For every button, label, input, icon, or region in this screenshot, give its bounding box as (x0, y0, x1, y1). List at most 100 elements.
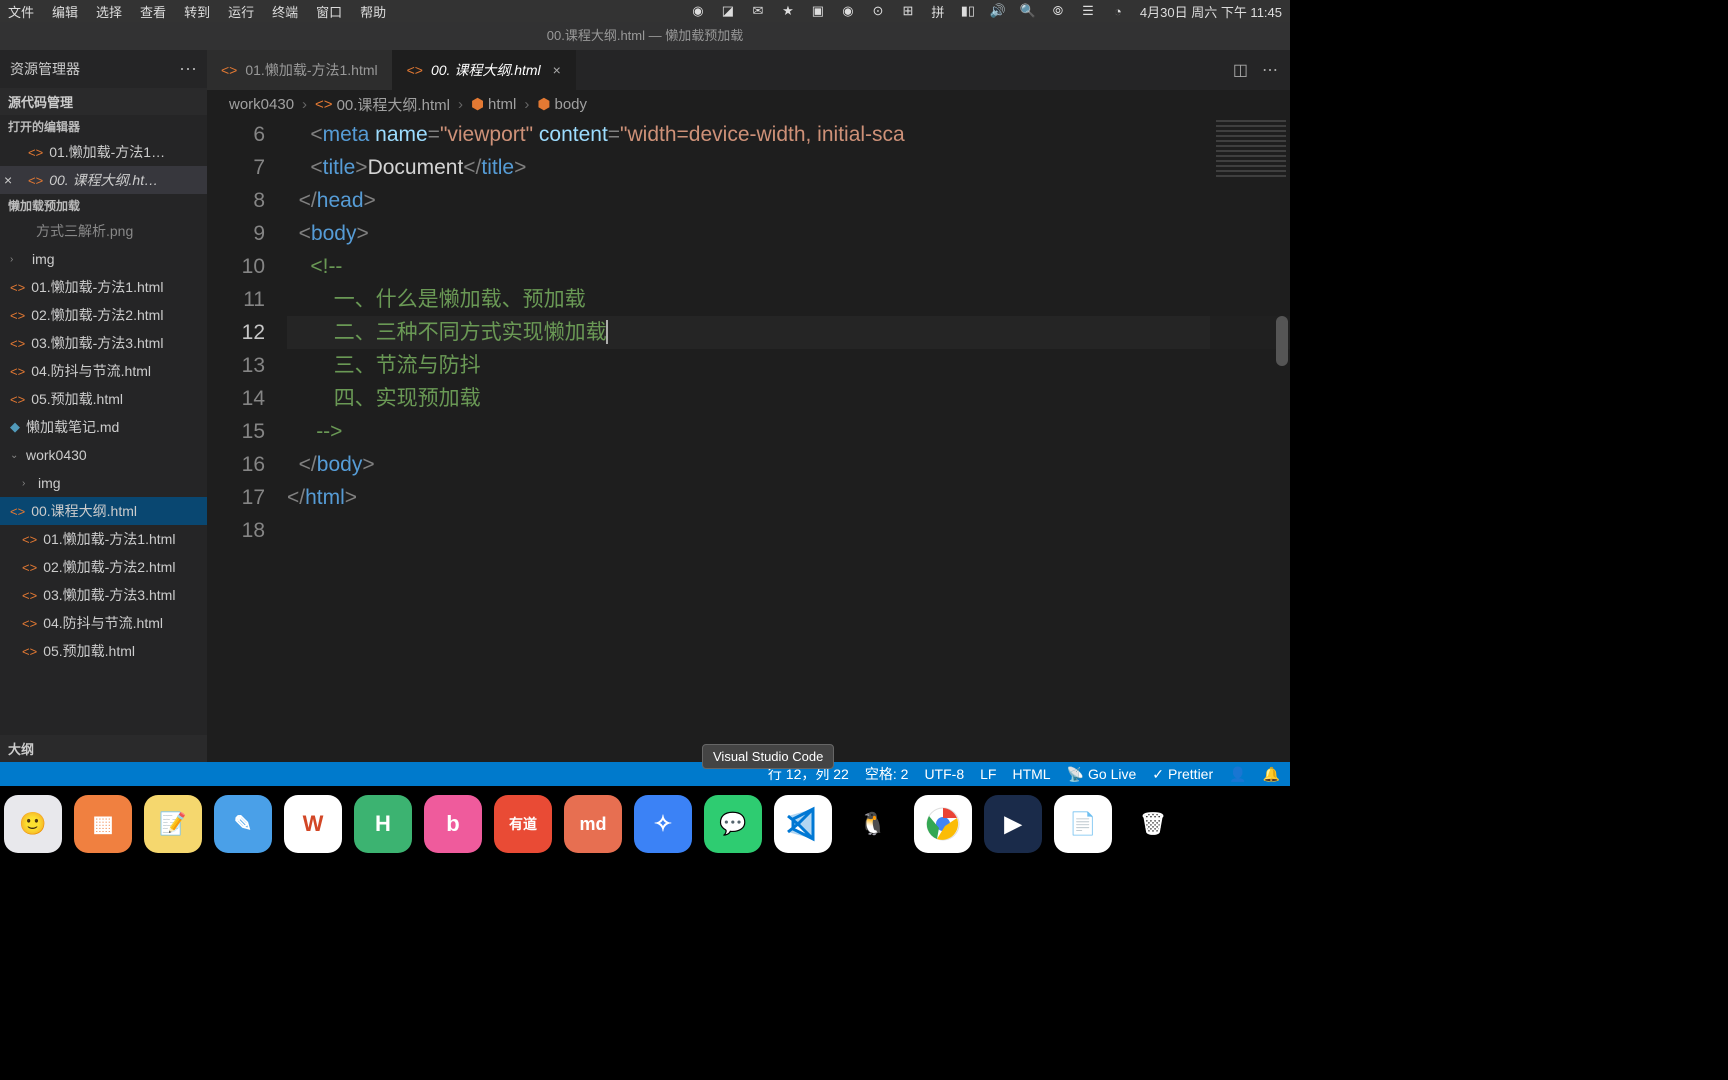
code-line[interactable]: <body> (287, 217, 1290, 250)
status-golive[interactable]: 📡 Go Live (1067, 766, 1137, 783)
tree-folder-img2[interactable]: ›img (0, 469, 207, 497)
tree-folder-work[interactable]: ⌄work0430 (0, 441, 207, 469)
outline-header[interactable]: 大纲 (0, 735, 207, 762)
breadcrumbs[interactable]: work0430›<> 00.课程大纲.html›⬢ html›⬢ body (207, 90, 1290, 118)
menu-编辑[interactable]: 编辑 (52, 2, 78, 21)
split-editor-icon[interactable]: ◫ (1233, 60, 1248, 80)
more-icon[interactable]: ⋯ (179, 59, 197, 80)
tree-file[interactable]: <>04.防抖与节流.html (0, 609, 207, 637)
code-line[interactable]: <meta name="viewport" content="width=dev… (287, 118, 1290, 151)
project-header[interactable]: 懒加载预加载 (0, 194, 207, 217)
code-line[interactable]: </body> (287, 448, 1290, 481)
dock-app[interactable]: 📝 (144, 795, 202, 853)
menu-文件[interactable]: 文件 (8, 2, 34, 21)
open-editors-header[interactable]: 打开的编辑器 (0, 115, 207, 138)
menu-转到[interactable]: 转到 (184, 2, 210, 21)
tree-file[interactable]: <>02.懒加载-方法2.html (0, 553, 207, 581)
code-line[interactable] (287, 514, 1290, 547)
dock-app[interactable]: ▦ (74, 795, 132, 853)
menu-运行[interactable]: 运行 (228, 2, 254, 21)
menubar-datetime[interactable]: 4月30日 周六 下午 11:45 (1140, 2, 1282, 21)
dock-app[interactable]: 🐧 (844, 795, 902, 853)
code-line[interactable]: 四、实现预加载 (287, 382, 1290, 415)
dock-app[interactable] (774, 795, 832, 853)
battery-icon[interactable]: ▮▯ (960, 3, 976, 19)
close-icon[interactable]: × (553, 62, 561, 78)
wifi-icon[interactable]: ⦾ (1050, 3, 1066, 19)
tree-file[interactable]: <>03.懒加载-方法3.html (0, 329, 207, 357)
menu-窗口[interactable]: 窗口 (316, 2, 342, 21)
scrollbar-thumb[interactable] (1276, 316, 1288, 366)
control-center-icon[interactable]: ☰ (1080, 3, 1096, 19)
code-line[interactable]: <title>Document</title> (287, 151, 1290, 184)
dock-app[interactable] (914, 795, 972, 853)
open-editor-item[interactable]: <>01.懒加载-方法1… (0, 138, 207, 166)
dock-app[interactable]: ✧ (634, 795, 692, 853)
dock-app[interactable]: 📄 (1054, 795, 1112, 853)
dock-app[interactable]: 🙂 (4, 795, 62, 853)
tree-file[interactable]: <>02.懒加载-方法2.html (0, 301, 207, 329)
status-account-icon[interactable]: 👤 (1229, 766, 1246, 783)
code-editor[interactable]: 6789101112131415161718 <meta name="viewp… (207, 118, 1290, 762)
dock-app[interactable]: b (424, 795, 482, 853)
code-line[interactable]: --> (287, 415, 1290, 448)
dock-app[interactable]: H (354, 795, 412, 853)
dock-app[interactable]: W (284, 795, 342, 853)
code-line[interactable]: <!-- (287, 250, 1290, 283)
star-icon[interactable]: ★ (780, 3, 796, 19)
status-language[interactable]: HTML (1012, 766, 1050, 782)
tree-file-active[interactable]: <>00.课程大纲.html (0, 497, 207, 525)
code-line[interactable]: 二、三种不同方式实现懒加载 (287, 316, 1290, 349)
more-icon[interactable]: ⋯ (1262, 60, 1278, 80)
menu-选择[interactable]: 选择 (96, 2, 122, 21)
notif-icon[interactable]: ◔ (1110, 3, 1126, 19)
code-line[interactable]: </html> (287, 481, 1290, 514)
line-number: 7 (207, 151, 265, 184)
search-icon[interactable]: 🔍 (1020, 3, 1036, 19)
play-icon[interactable]: ▣ (810, 3, 826, 19)
tree-file[interactable]: <>05.预加载.html (0, 385, 207, 413)
open-editor-item[interactable]: ×<>00. 课程大纲.ht… (0, 166, 207, 194)
input-icon[interactable]: 拼 (930, 3, 946, 19)
status-eol[interactable]: LF (980, 766, 996, 782)
dock-app[interactable]: 有道 (494, 795, 552, 853)
status-spaces[interactable]: 空格: 2 (865, 764, 909, 784)
grid-icon[interactable]: ⊞ (900, 3, 916, 19)
code-line[interactable]: 三、节流与防抖 (287, 349, 1290, 382)
editor-tab[interactable]: <>00. 课程大纲.html× (393, 50, 576, 90)
tree-file[interactable]: <>03.懒加载-方法3.html (0, 581, 207, 609)
code-content[interactable]: <meta name="viewport" content="width=dev… (287, 118, 1290, 762)
tree-file[interactable]: <>01.懒加载-方法1.html (0, 273, 207, 301)
close-icon[interactable]: × (4, 172, 18, 188)
tree-file-png[interactable]: 方式三解析.png (0, 217, 207, 245)
menu-终端[interactable]: 终端 (272, 2, 298, 21)
siri-icon[interactable]: ◉ (840, 3, 856, 19)
status-prettier[interactable]: ✓ Prettier (1152, 766, 1213, 783)
editor-tab[interactable]: <>01.懒加载-方法1.html (207, 50, 393, 90)
status-bell-icon[interactable]: 🔔 (1263, 766, 1280, 783)
menu-查看[interactable]: 查看 (140, 2, 166, 21)
code-line[interactable]: </head> (287, 184, 1290, 217)
panda-icon[interactable]: ◉ (690, 3, 706, 19)
app-icon[interactable]: ◪ (720, 3, 736, 19)
volume-icon[interactable]: 🔊 (990, 3, 1006, 19)
status-encoding[interactable]: UTF-8 (924, 766, 964, 782)
tree-folder-img[interactable]: ›img (0, 245, 207, 273)
tree-file[interactable]: <>04.防抖与节流.html (0, 357, 207, 385)
dock-app[interactable]: ▶ (984, 795, 1042, 853)
dock-app[interactable]: md (564, 795, 622, 853)
line-gutter: 6789101112131415161718 (207, 118, 287, 762)
dock-app[interactable]: 💬 (704, 795, 762, 853)
minimap[interactable] (1210, 118, 1290, 762)
menu-帮助[interactable]: 帮助 (360, 2, 386, 21)
record-icon[interactable]: ⊙ (870, 3, 886, 19)
tree-file-md[interactable]: ◆懒加载笔记.md (0, 413, 207, 441)
scm-section[interactable]: 源代码管理 (0, 88, 207, 115)
tree-file[interactable]: <>05.预加载.html (0, 637, 207, 665)
line-number: 16 (207, 448, 265, 481)
dock-app[interactable]: 🗑 (1124, 795, 1182, 853)
tree-file[interactable]: <>01.懒加载-方法1.html (0, 525, 207, 553)
dock-app[interactable]: ✎ (214, 795, 272, 853)
code-line[interactable]: 一、什么是懒加载、预加载 (287, 283, 1290, 316)
wechat-icon[interactable]: ✉ (750, 3, 766, 19)
